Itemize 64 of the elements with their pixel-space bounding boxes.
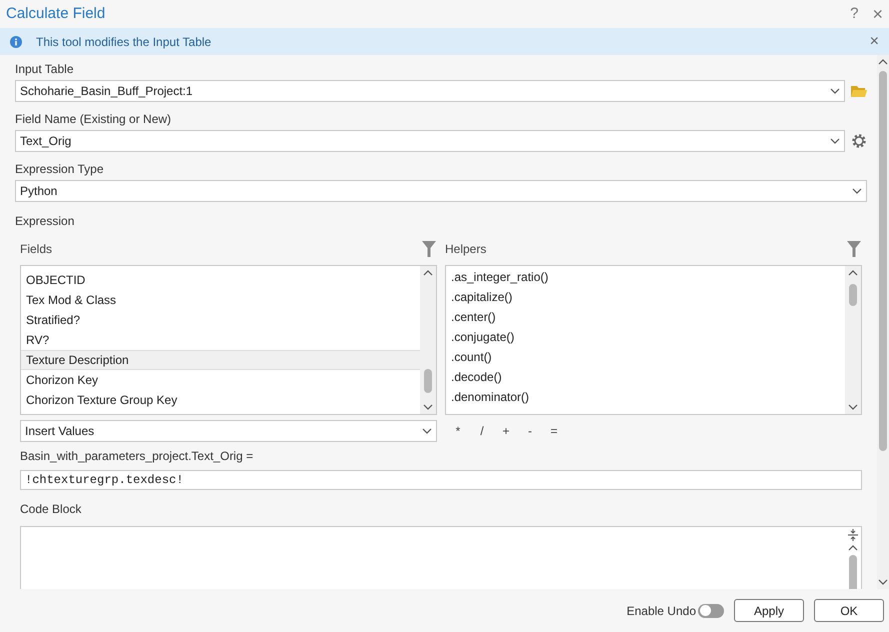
field-list-item[interactable]: OBJECTID <box>21 270 420 290</box>
scroll-up-icon <box>848 545 858 551</box>
field-list-item[interactable]: Tex Mod & Class <box>21 290 420 310</box>
expression-type-dropdown[interactable]: Python <box>15 180 867 202</box>
field-list-item[interactable]: RV? <box>21 330 420 350</box>
helper-list-item[interactable]: .conjugate() <box>446 327 845 347</box>
folder-icon[interactable] <box>851 84 867 98</box>
chevron-down-icon <box>830 88 840 94</box>
scrollbar-thumb[interactable] <box>849 284 857 306</box>
field-list-item[interactable]: Stratified? <box>21 310 420 330</box>
gear-icon[interactable] <box>851 133 867 149</box>
scroll-up-icon <box>848 270 858 276</box>
field-label: Input Table <box>15 61 74 78</box>
helper-list-item[interactable]: .center() <box>446 307 845 327</box>
scroll-up-icon <box>878 59 888 65</box>
scroll-up-icon <box>423 270 433 276</box>
fields-label: Fields <box>20 241 52 258</box>
expression-target-label: Basin_with_parameters_project.Text_Orig = <box>19 448 254 465</box>
helpers-label: Helpers <box>445 241 486 258</box>
helper-list-item[interactable]: .count() <box>446 347 845 367</box>
operator-button[interactable]: = <box>549 422 559 440</box>
close-button[interactable]: × <box>872 0 883 28</box>
help-button[interactable]: ? <box>850 2 858 26</box>
scrollbar-thumb[interactable] <box>879 71 887 451</box>
info-message: This tool modifies the Input Table <box>36 34 212 50</box>
helper-list-item[interactable]: .denominator() <box>446 387 845 407</box>
scrollbar[interactable] <box>877 55 889 589</box>
chevron-down-icon <box>852 188 862 194</box>
field-label: Expression Type <box>15 161 104 178</box>
field-label: Field Name (Existing or New) <box>15 111 172 128</box>
insert-values-dropdown[interactable]: Insert Values <box>20 420 437 442</box>
expression-input[interactable]: !chtexturegrp.texdesc! <box>20 470 862 490</box>
operator-button[interactable]: + <box>501 422 511 440</box>
apply-button[interactable]: Apply <box>734 599 804 622</box>
helper-list-item[interactable]: .as_integer_ratio() <box>446 267 845 287</box>
ok-button[interactable]: OK <box>814 599 884 622</box>
helper-list-item[interactable]: .capitalize() <box>446 287 845 307</box>
code-block-label: Code Block <box>19 501 82 518</box>
filter-icon[interactable] <box>421 240 437 258</box>
close-button[interactable]: × <box>870 30 879 54</box>
scroll-down-icon <box>423 404 433 410</box>
scrollbar[interactable] <box>845 266 861 414</box>
field-name-dropdown[interactable]: Text_Orig <box>15 130 845 152</box>
field-list-item[interactable]: Chorizon Texture Group Key <box>21 390 420 410</box>
info-icon <box>10 36 22 48</box>
operator-button[interactable]: * <box>453 422 463 440</box>
scrollbar-thumb[interactable] <box>424 369 432 393</box>
chevron-down-icon <box>422 428 432 434</box>
split-icon[interactable] <box>847 529 859 541</box>
field-list-item[interactable]: Texture Description <box>21 350 420 370</box>
field-list-item[interactable]: Chorizon Key <box>21 370 420 390</box>
window-title: Calculate Field <box>6 4 106 24</box>
scroll-down-icon <box>878 579 888 585</box>
chevron-down-icon <box>830 138 840 144</box>
helper-list-item[interactable]: .decode() <box>446 367 845 387</box>
scroll-down-icon <box>848 404 858 410</box>
input-table-dropdown[interactable]: Schoharie_Basin_Buff_Project:1 <box>15 80 845 102</box>
filter-icon[interactable] <box>846 240 862 258</box>
toggle-switch[interactable] <box>698 604 724 618</box>
enable-undo-label: Enable Undo <box>626 602 696 620</box>
scrollbar[interactable] <box>420 266 436 414</box>
operator-button[interactable]: / <box>477 422 487 440</box>
section-label: Expression <box>15 213 76 230</box>
operator-button[interactable]: - <box>525 422 535 440</box>
